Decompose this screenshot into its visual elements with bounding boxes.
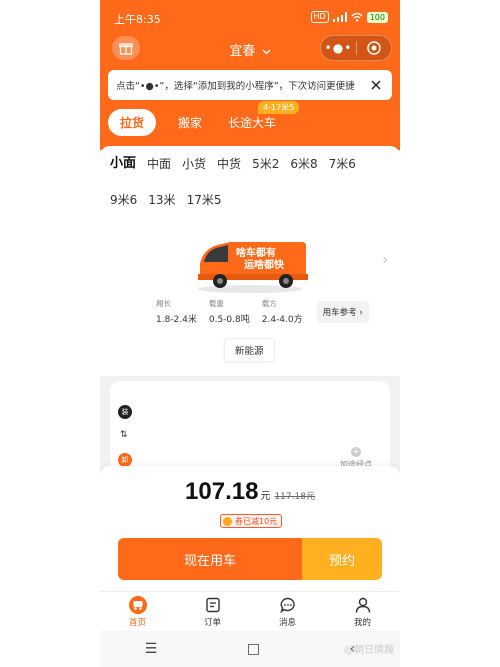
tab-changtu-label: 长途大车 <box>228 115 277 130</box>
signal-icon <box>332 12 347 22</box>
tab-orders-label: 订单 <box>203 617 221 628</box>
price-sheet: 107.18 元 117.18元 券已减10元 现在用车 预约 <box>100 466 400 591</box>
size-tab-xiaomian[interactable]: 小面 <box>110 156 136 192</box>
status-icons: HD 100 <box>310 11 388 23</box>
unload-dot: 卸 <box>118 453 132 467</box>
tab-lahuo[interactable]: 拉货 <box>108 108 157 136</box>
van-image: 啥车都有 运啥都快 <box>198 242 308 293</box>
tab-home-label: 首页 <box>128 617 146 628</box>
hd-badge: HD <box>310 11 329 23</box>
size-tab-5m2[interactable]: 5米2 <box>252 156 279 192</box>
plus-icon: + <box>351 447 361 457</box>
size-tab-7m6[interactable]: 7米6 <box>329 156 356 192</box>
price-unit: 元 <box>260 491 271 502</box>
swap-icon[interactable]: ⇅ <box>120 430 128 440</box>
city-name: 宜春 <box>229 44 256 59</box>
battery-indicator: 100 <box>366 11 388 23</box>
tab-home[interactable]: 首页 <box>100 592 175 631</box>
chevron-right-icon[interactable]: › <box>382 252 388 268</box>
spec-volume: 载方 2.4-4.0方 <box>262 298 303 325</box>
spec-volume-label: 载方 <box>261 299 277 308</box>
spec-length: 厢长 1.8-2.4米 <box>156 298 197 325</box>
book-button[interactable]: 预约 <box>302 538 382 580</box>
top-nav: 宜春 •●• <box>100 34 400 64</box>
profile-icon <box>354 596 372 614</box>
phone-screen: 上午8:35 HD 100 宜春 •●• 点击“•●•”，选择“添加到我的小程序… <box>100 0 400 667</box>
length-badge: 4-17米5 <box>258 100 300 114</box>
price-original: 117.18元 <box>274 492 315 502</box>
home-button[interactable]: □ <box>247 641 260 657</box>
action-buttons: 现在用车 预约 <box>118 538 382 580</box>
price-amount: 107.18 <box>185 478 259 505</box>
coupon-icon <box>223 516 232 526</box>
tab-profile-label: 我的 <box>353 617 371 628</box>
spec-load-value: 0.5-0.8吨 <box>208 315 250 325</box>
size-tab-9m6[interactable]: 9米6 <box>110 192 137 228</box>
miniapp-capsule: •●• <box>320 35 392 61</box>
menu-button[interactable]: ☰ <box>145 641 158 657</box>
status-bar: 上午8:35 HD 100 <box>100 0 400 34</box>
tip-close-button[interactable] <box>368 77 384 93</box>
coupon-text: 券已减10元 <box>235 516 278 526</box>
price-row: 107.18 元 117.18元 <box>100 478 400 506</box>
size-tab-zhongmian[interactable]: 中面 <box>147 156 171 192</box>
load-dot: 装 <box>118 405 132 419</box>
tab-messages[interactable]: 消息 <box>250 592 325 631</box>
spec-length-value: 1.8-2.4米 <box>156 315 197 325</box>
bottom-tabbar: 首页 订单 消息 我的 <box>100 591 400 631</box>
watermark: @朝日情趣 <box>344 645 394 656</box>
size-tab-13m[interactable]: 13米 <box>148 192 175 228</box>
spec-volume-value: 2.4-4.0方 <box>261 315 303 325</box>
new-energy-button[interactable]: 新能源 <box>224 338 275 362</box>
van-slogan-2: 运啥都快 <box>244 258 285 271</box>
vehicle-size-tabs: 小面 中面 小货 中货 5米2 6米8 7米6 9米6 13米 17米5 <box>110 156 390 228</box>
spec-length-label: 厢长 <box>156 299 171 308</box>
size-tab-6m8[interactable]: 6米8 <box>290 156 317 192</box>
size-tab-17m5[interactable]: 17米5 <box>187 192 222 228</box>
vehicle-specs: 厢长 1.8-2.4米 载重 0.5-0.8吨 载方 2.4-4.0方 用车参考… <box>156 298 369 325</box>
vehicle-card: 小面 中面 小货 中货 5米2 6米8 7米6 9米6 13米 17米5 啥车都… <box>100 146 400 376</box>
tab-orders[interactable]: 订单 <box>175 592 250 631</box>
more-button[interactable]: •●• <box>321 41 356 55</box>
tab-messages-label: 消息 <box>278 617 296 628</box>
status-time: 上午8:35 <box>114 13 161 26</box>
order-now-button[interactable]: 现在用车 <box>118 538 302 580</box>
wifi-icon <box>351 12 363 22</box>
add-miniapp-tip: 点击“•●•”，选择“添加到我的小程序”，下次访问更便捷 <box>108 70 392 100</box>
tab-changtu[interactable]: 长途大车 4-17米5 <box>228 100 300 131</box>
add-stop-button[interactable]: + 加途经点 <box>340 447 372 466</box>
chevron-down-icon <box>262 49 271 54</box>
message-icon <box>279 596 297 614</box>
target-icon <box>367 41 381 55</box>
tab-profile[interactable]: 我的 <box>325 592 400 631</box>
van-slogan-1: 啥车都有 <box>236 246 276 259</box>
tab-banjia[interactable]: 搬家 <box>178 114 202 131</box>
tip-text: 点击“•●•”，选择“添加到我的小程序”，下次访问更便捷 <box>116 81 355 92</box>
size-tab-xiaohuo[interactable]: 小货 <box>182 156 206 192</box>
service-tabs: 拉货 搬家 长途大车 4-17米5 <box>108 100 302 136</box>
close-icon <box>371 80 381 90</box>
spec-load-label: 载重 <box>208 299 224 308</box>
size-tab-zhonghuo[interactable]: 中货 <box>217 156 241 192</box>
spec-load: 载重 0.5-0.8吨 <box>209 298 250 325</box>
add-stop-label: 加途经点 <box>340 460 372 466</box>
close-miniapp-button[interactable] <box>357 41 391 55</box>
home-icon <box>128 595 147 614</box>
coupon-badge[interactable]: 券已减10元 <box>220 514 283 528</box>
order-icon <box>204 596 222 614</box>
vehicle-reference-button[interactable]: 用车参考 › <box>316 300 369 323</box>
